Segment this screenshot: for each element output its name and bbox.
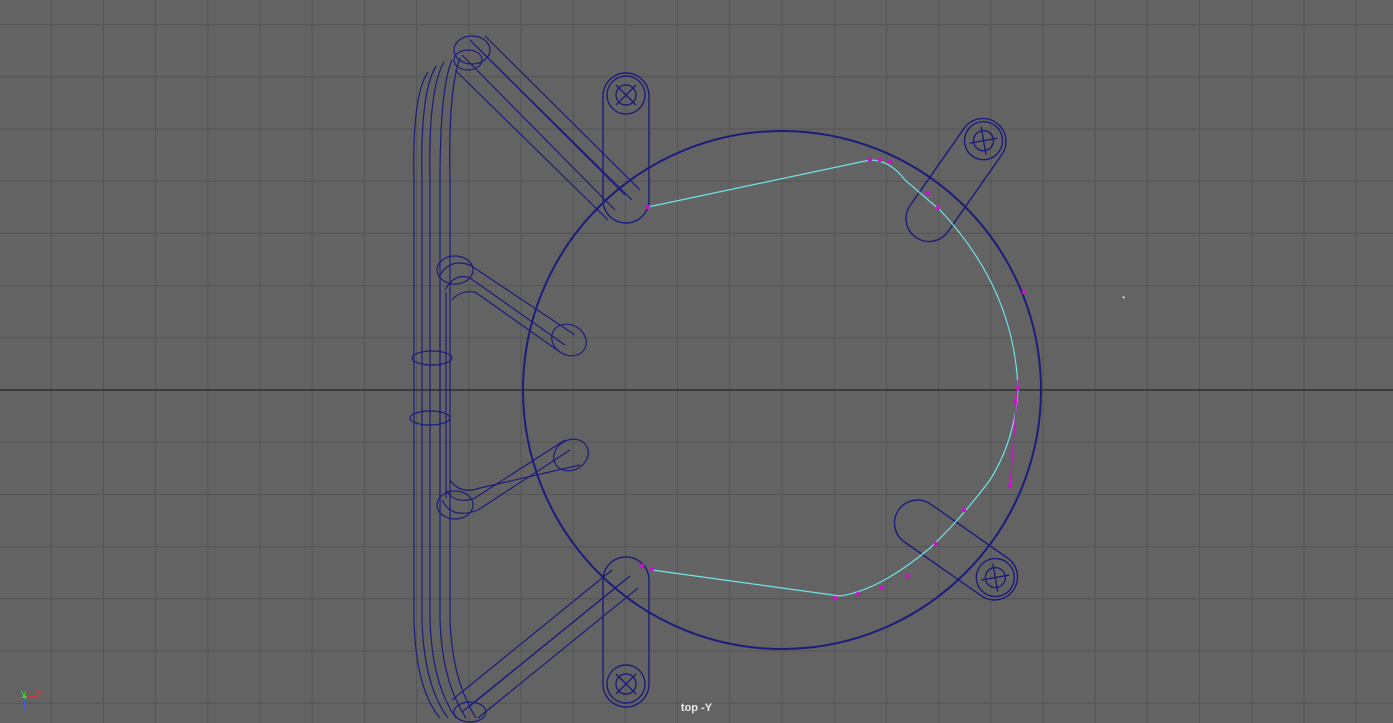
frame-wireframe[interactable] [413, 35, 641, 719]
gizmo-y-label: y [21, 689, 27, 699]
capsule-top-right[interactable] [897, 109, 1015, 250]
scene-canvas[interactable]: y x z [0, 0, 1393, 723]
viewport-top-view[interactable]: y x z top -Y [0, 0, 1393, 723]
camera-label: top -Y [680, 702, 713, 714]
gizmo-x-label: x [36, 688, 42, 698]
mouse-cursor [1122, 296, 1125, 299]
loop-end-cylinders[interactable] [546, 318, 594, 477]
capsule-bottom-right[interactable] [885, 491, 1026, 609]
capsule-top-left[interactable] [602, 72, 650, 224]
nurbs-curve[interactable] [647, 159, 1019, 597]
control-vertices[interactable] [639, 157, 1027, 601]
curve-hull [1009, 379, 1019, 489]
viewport-grid [0, 0, 1393, 723]
